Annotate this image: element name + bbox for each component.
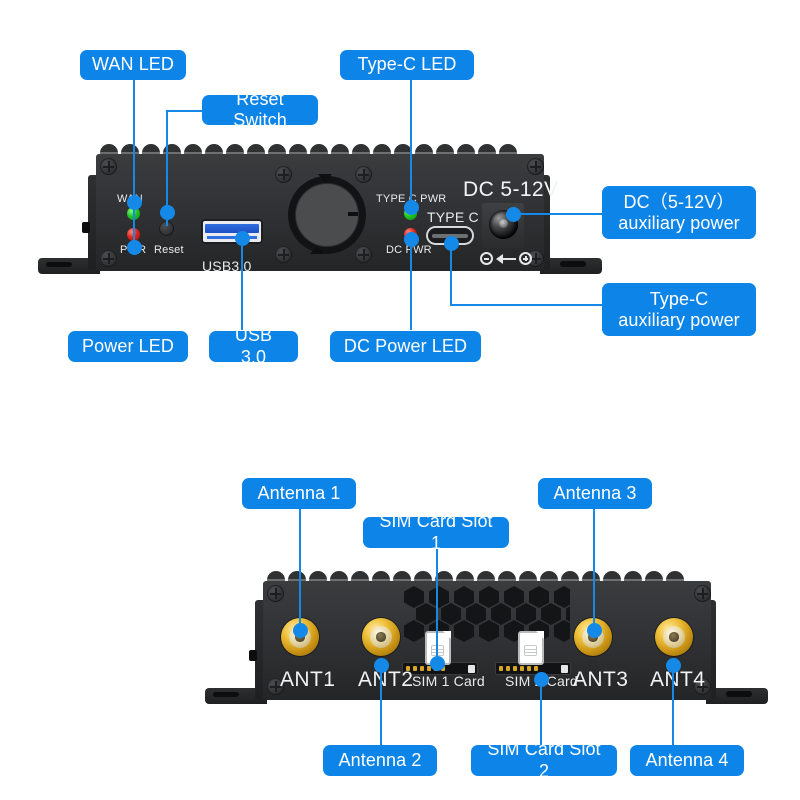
dot-typec-aux-power xyxy=(444,236,459,251)
dot-wan-led xyxy=(127,195,142,210)
fan-screw-bottom-left xyxy=(275,246,292,263)
callout-typec-led[interactable]: Type-C LED xyxy=(340,50,474,80)
leader-antenna-3 xyxy=(593,508,595,631)
callout-dc-power-led[interactable]: DC Power LED xyxy=(330,331,481,362)
dot-typec-led xyxy=(404,200,419,215)
leader-sim-slot-1 xyxy=(436,547,438,663)
leader-dc-power-led xyxy=(410,232,412,330)
leader-wan-led xyxy=(133,80,135,253)
fan-vent xyxy=(288,174,366,254)
diagram-canvas: WAN PWR Reset USB3.0 TYPE C PWR DC PWR T… xyxy=(0,0,800,800)
leader-typec-aux-v xyxy=(450,243,452,305)
polarity-minus-icon xyxy=(480,252,493,265)
bottom-unit-screw-top-left xyxy=(267,585,284,602)
bottom-unit-left-ear-tab xyxy=(249,650,257,661)
callout-dc-aux-power[interactable]: DC（5-12V） auxiliary power xyxy=(602,186,756,239)
usb3-silkscreen: USB3.0 xyxy=(202,258,252,274)
callout-power-led[interactable]: Power LED xyxy=(68,331,188,362)
fan-screw-top-right xyxy=(355,166,372,183)
top-unit-screw-top-right xyxy=(527,158,544,175)
dot-power-led xyxy=(127,240,142,255)
dot-sim-slot-2 xyxy=(534,672,549,687)
callout-wan-led[interactable]: WAN LED xyxy=(80,50,186,80)
callout-antenna-2[interactable]: Antenna 2 xyxy=(323,745,437,776)
sim1-silkscreen: SIM 1 Card xyxy=(412,673,485,689)
top-unit-left-ear-slot xyxy=(46,262,72,267)
dot-dc-aux-power xyxy=(506,207,521,222)
fan-screw-top-left xyxy=(275,166,292,183)
dot-antenna-4 xyxy=(666,658,681,673)
bottom-unit-right-ear-slot xyxy=(726,691,752,697)
callout-antenna-3[interactable]: Antenna 3 xyxy=(538,478,652,509)
reset-silkscreen: Reset xyxy=(154,244,184,256)
callout-antenna-4[interactable]: Antenna 4 xyxy=(630,745,744,776)
dot-reset-switch xyxy=(160,205,175,220)
polarity-plus-icon xyxy=(519,252,532,265)
antenna-connector-ant2[interactable] xyxy=(362,618,400,656)
dc-voltage-silkscreen: DC 5-12V xyxy=(463,178,559,201)
dot-sim-slot-1 xyxy=(430,656,445,671)
sim-card-2-graphic xyxy=(518,631,544,665)
leader-antenna-4 xyxy=(672,663,674,745)
polarity-arrow-icon xyxy=(496,253,516,265)
top-unit-screw-bottom-left xyxy=(100,250,117,267)
callout-reset-switch[interactable]: Reset Switch xyxy=(202,89,318,130)
bottom-unit-left-ear-slot xyxy=(213,692,239,697)
bottom-unit-screw-top-right xyxy=(694,585,711,602)
top-unit-left-ear-tab xyxy=(82,222,90,233)
fan-screw-bottom-right xyxy=(355,246,372,263)
leader-typec-led xyxy=(410,80,412,208)
usb3-port[interactable] xyxy=(203,221,261,242)
dot-usb30 xyxy=(235,231,250,246)
callout-typec-aux-power[interactable]: Type-C auxiliary power xyxy=(602,283,756,336)
leader-antenna-1 xyxy=(299,508,301,631)
dot-antenna-3 xyxy=(587,623,602,638)
callout-usb30[interactable]: USB 3.0 xyxy=(209,325,298,367)
leader-dc-aux-h xyxy=(512,213,602,215)
antenna-connector-ant4[interactable] xyxy=(655,618,693,656)
ant3-silkscreen: ANT3 xyxy=(573,668,629,691)
dot-antenna-2 xyxy=(374,658,389,673)
leader-typec-aux-h xyxy=(450,304,602,306)
leader-sim-slot-2 xyxy=(540,677,542,745)
typec-silkscreen: TYPE C xyxy=(427,209,479,225)
dot-antenna-1 xyxy=(293,623,308,638)
callout-sim-slot-2[interactable]: SIM Card Slot 2 xyxy=(471,739,617,781)
ant1-silkscreen: ANT1 xyxy=(280,668,336,691)
dc-polarity-symbol xyxy=(480,252,532,265)
top-unit-screw-top-left xyxy=(100,158,117,175)
leader-antenna-2 xyxy=(380,663,382,745)
callout-antenna-1[interactable]: Antenna 1 xyxy=(242,478,356,509)
leader-usb30 xyxy=(241,236,243,330)
top-unit-right-ear-slot xyxy=(560,261,586,267)
callout-sim-slot-1[interactable]: SIM Card Slot 1 xyxy=(363,511,509,553)
leader-reset-switch-h xyxy=(166,110,202,112)
